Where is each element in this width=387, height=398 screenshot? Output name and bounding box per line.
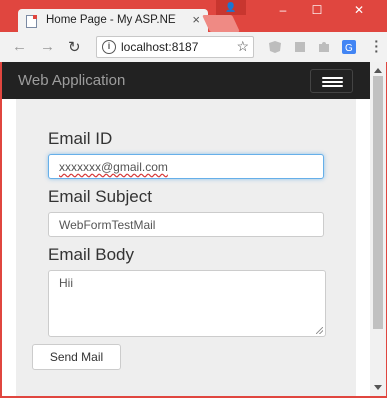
extension-angular-icon[interactable]: [268, 40, 282, 54]
tab-close-icon[interactable]: ×: [192, 12, 200, 27]
back-icon[interactable]: ←: [12, 38, 27, 55]
close-window-button[interactable]: ✕: [344, 0, 374, 22]
reload-icon[interactable]: ↻: [68, 38, 81, 56]
email-body-label: Email Body: [48, 245, 134, 264]
page-viewport: Web Application Email ID xxxxxxx@gmail.c…: [2, 62, 386, 396]
email-subject-label: Email Subject: [48, 187, 152, 206]
translate-icon[interactable]: G: [342, 40, 356, 54]
site-navbar: Web Application: [2, 62, 370, 99]
hamburger-icon: [322, 77, 343, 79]
forward-icon[interactable]: →: [40, 38, 55, 55]
vertical-scrollbar[interactable]: [370, 62, 386, 396]
hamburger-bar: [322, 85, 343, 87]
email-subject-value: WebFormTestMail: [59, 218, 156, 232]
tab-strip: Home Page - My ASP.NET × 👤 – ☐ ✕: [0, 0, 387, 33]
star-icon[interactable]: ☆: [236, 38, 249, 55]
email-id-value: xxxxxxx@gmail.com: [59, 160, 168, 174]
email-subject-input[interactable]: WebFormTestMail: [48, 212, 324, 237]
scroll-down-icon[interactable]: [374, 385, 382, 390]
maximize-button[interactable]: ☐: [302, 0, 332, 22]
menu-icon[interactable]: · · ·: [374, 34, 379, 58]
hamburger-bar: [322, 81, 343, 83]
browser-window: Home Page - My ASP.NET × 👤 – ☐ ✕ ← → ↻ i…: [0, 0, 387, 398]
address-bar[interactable]: i localhost:8187 ☆: [96, 36, 254, 58]
send-mail-button[interactable]: Send Mail: [32, 344, 121, 370]
email-id-label: Email ID: [48, 129, 113, 148]
extension-puzzle-icon[interactable]: [317, 40, 331, 54]
page-favicon-icon: [26, 15, 37, 28]
scroll-up-icon[interactable]: [374, 68, 382, 73]
browser-toolbar: ← → ↻ i localhost:8187 ☆ G · · ·: [0, 32, 387, 62]
profile-icon[interactable]: 👤: [216, 0, 246, 15]
email-body-value: Hii: [59, 276, 73, 290]
form-panel: Email ID xxxxxxx@gmail.com Email Subject…: [16, 99, 356, 396]
extension-icon[interactable]: [293, 40, 307, 54]
resize-handle-icon[interactable]: [316, 327, 323, 334]
url-text: localhost:8187: [121, 40, 199, 54]
brand-link[interactable]: Web Application: [18, 72, 125, 89]
scrollbar-thumb[interactable]: [373, 76, 383, 329]
info-icon[interactable]: i: [102, 40, 116, 54]
browser-tab[interactable]: Home Page - My ASP.NET ×: [18, 9, 208, 33]
email-id-input[interactable]: xxxxxxx@gmail.com: [48, 154, 324, 179]
navbar-toggle-button[interactable]: [310, 69, 353, 93]
svg-text:G: G: [345, 43, 353, 54]
tab-title: Home Page - My ASP.NET: [46, 14, 176, 26]
minimize-button[interactable]: –: [268, 0, 298, 22]
email-body-textarea[interactable]: Hii: [48, 270, 326, 337]
